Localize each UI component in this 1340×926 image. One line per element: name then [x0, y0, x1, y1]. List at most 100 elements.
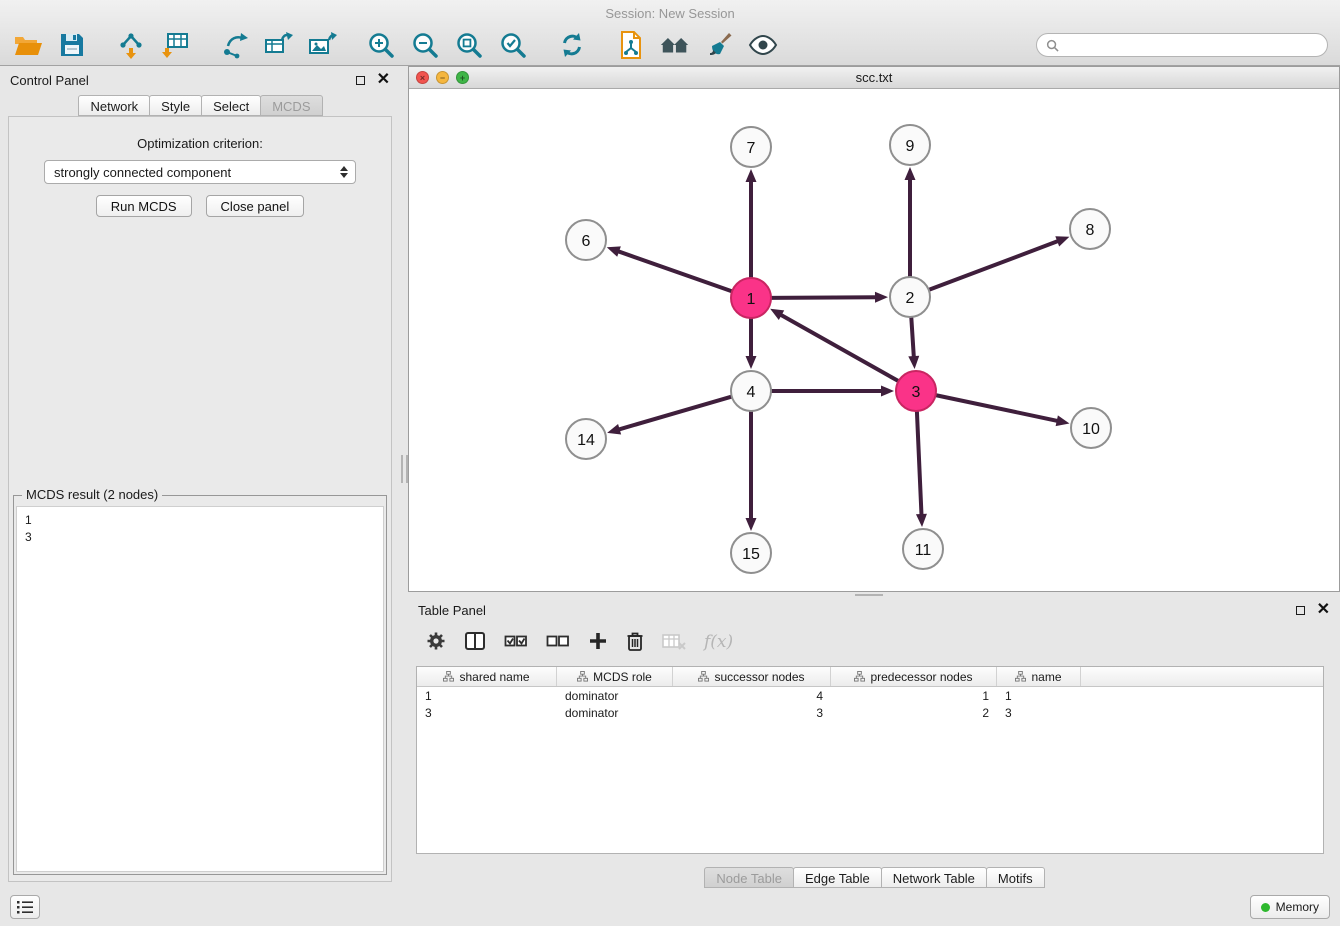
table-row[interactable]: 1dominator411	[417, 687, 1323, 704]
unselect-all-columns-button[interactable]	[546, 631, 570, 654]
tab-mcds[interactable]: MCDS	[260, 95, 322, 116]
zoom-out-button[interactable]	[409, 29, 441, 61]
maximize-window-icon[interactable]: +	[456, 71, 469, 84]
toolbar-group-export	[218, 29, 338, 61]
graph-edge-3-10[interactable]	[936, 395, 1059, 421]
tab-network[interactable]: Network	[78, 95, 150, 116]
navigator-button[interactable]	[659, 29, 691, 61]
table-cell: dominator	[557, 689, 673, 703]
run-mcds-button[interactable]: Run MCDS	[96, 195, 192, 217]
graph-edge-arrow	[746, 169, 757, 182]
task-history-button[interactable]	[10, 895, 40, 919]
save-floppy-icon	[59, 32, 85, 58]
table-panel-header: Table Panel ✕	[408, 596, 1340, 624]
mcds-result-title: MCDS result (2 nodes)	[22, 487, 162, 502]
copy-document-icon	[618, 30, 644, 60]
tab-network-table[interactable]: Network Table	[881, 867, 987, 888]
column-label: predecessor nodes	[870, 670, 972, 684]
search-field[interactable]	[1036, 33, 1328, 57]
graph-node-label: 8	[1086, 222, 1095, 239]
column-header-shared-name[interactable]: shared name	[417, 667, 557, 686]
close-panel-icon[interactable]: ✕	[377, 72, 390, 88]
export-network-icon	[219, 31, 249, 59]
network-window-titlebar[interactable]: × − + scc.txt	[409, 67, 1339, 89]
search-input[interactable]	[1065, 38, 1318, 52]
float-panel-icon[interactable]	[356, 76, 365, 85]
delete-column-button[interactable]	[626, 631, 644, 654]
function-builder-button[interactable]: f(x)	[704, 632, 733, 652]
graph-node-label: 10	[1082, 421, 1100, 438]
column-header-name[interactable]: name	[997, 667, 1081, 686]
column-header-mcds-role[interactable]: MCDS role	[557, 667, 673, 686]
import-network-button[interactable]	[115, 29, 147, 61]
table-settings-button[interactable]	[426, 631, 446, 654]
toggle-view-button[interactable]	[747, 29, 779, 61]
save-session-button[interactable]	[56, 29, 88, 61]
float-table-panel-icon[interactable]	[1296, 606, 1305, 615]
table-cell: 1	[831, 689, 997, 703]
graph-edge-3-11[interactable]	[917, 411, 922, 516]
column-header-successor-nodes[interactable]: successor nodes	[673, 667, 831, 686]
table-row[interactable]: 3dominator323	[417, 704, 1323, 721]
graph-edge-3-1[interactable]	[780, 314, 899, 381]
column-type-icon	[854, 671, 865, 682]
tab-edge-table[interactable]: Edge Table	[793, 867, 882, 888]
mcds-result-list[interactable]: 13	[16, 506, 384, 872]
graph-edge-1-2[interactable]	[771, 297, 877, 298]
create-column-button[interactable]	[588, 631, 608, 654]
control-panel-tabs: Network Style Select MCDS	[0, 95, 400, 116]
control-panel-header: Control Panel ✕	[0, 66, 400, 94]
graph-edge-1-6[interactable]	[617, 251, 732, 291]
graph-edge-arrow	[875, 292, 888, 303]
memory-label: Memory	[1276, 900, 1319, 914]
close-window-icon[interactable]: ×	[416, 71, 429, 84]
import-table-button[interactable]	[159, 29, 191, 61]
export-table-button[interactable]	[262, 29, 294, 61]
memory-button[interactable]: Memory	[1250, 895, 1330, 919]
tab-select[interactable]: Select	[201, 95, 261, 116]
tab-motifs[interactable]: Motifs	[986, 867, 1045, 888]
zoom-in-button[interactable]	[365, 29, 397, 61]
graph-edge-arrow	[607, 424, 621, 435]
minimize-window-icon[interactable]: −	[436, 71, 449, 84]
export-image-button[interactable]	[306, 29, 338, 61]
export-network-button[interactable]	[218, 29, 250, 61]
zoom-fit-button[interactable]	[453, 29, 485, 61]
table-cell: 3	[673, 706, 831, 720]
table-cell: 2	[831, 706, 997, 720]
vertical-splitter-handle[interactable]	[401, 455, 408, 483]
toolbar-group-view	[615, 29, 779, 61]
select-all-columns-button[interactable]	[504, 631, 528, 654]
select-stepper-icon	[340, 166, 350, 178]
tab-style[interactable]: Style	[149, 95, 202, 116]
open-session-button[interactable]	[12, 29, 44, 61]
status-bar: Memory	[0, 888, 1340, 926]
plus-icon	[588, 631, 608, 651]
close-table-panel-icon[interactable]: ✕	[1317, 602, 1330, 618]
table-panel-tabs: Node Table Edge Table Network Table Moti…	[408, 867, 1340, 888]
mcds-result-line: 3	[25, 529, 375, 546]
close-panel-button[interactable]: Close panel	[206, 195, 305, 217]
title-bar[interactable]: Session: New Session	[0, 0, 1340, 26]
graph-edge-arrow	[916, 514, 927, 527]
criterion-select[interactable]: strongly connected component	[44, 160, 356, 184]
graph-edge-2-8[interactable]	[929, 241, 1059, 290]
refresh-layout-button[interactable]	[556, 29, 588, 61]
open-folder-icon	[13, 32, 43, 58]
zoom-selected-icon	[499, 31, 527, 59]
network-graph[interactable]: 7968124314101511	[409, 89, 1339, 591]
graph-edge-2-3[interactable]	[911, 317, 914, 358]
column-header-predecessor-nodes[interactable]: predecessor nodes	[831, 667, 997, 686]
style-button[interactable]	[703, 29, 735, 61]
import-network-icon	[116, 31, 146, 59]
tab-node-table[interactable]: Node Table	[704, 867, 794, 888]
copy-view-button[interactable]	[615, 29, 647, 61]
mcds-result-line: 1	[25, 512, 375, 529]
zoom-selected-button[interactable]	[497, 29, 529, 61]
delete-table-button[interactable]	[662, 631, 686, 654]
show-columns-button[interactable]	[464, 631, 486, 654]
export-table-icon	[263, 31, 293, 59]
mcds-buttons-row: Run MCDS Close panel	[9, 195, 391, 217]
table-cell: 4	[673, 689, 831, 703]
graph-edge-4-14[interactable]	[618, 397, 732, 430]
